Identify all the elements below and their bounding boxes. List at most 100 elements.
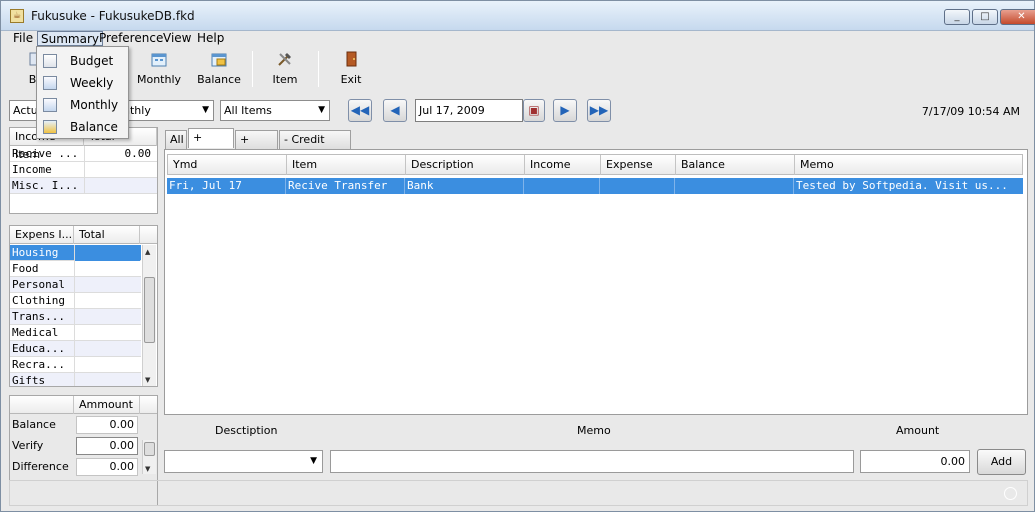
right-arrow-icon: ▶ [560,103,570,117]
table-row[interactable]: Trans... [10,309,141,325]
add-button[interactable]: Add [977,449,1026,475]
ammount-row-verify: Verify 0.00 [10,435,157,456]
balance-toolbar-label: Balance [197,73,241,86]
scroll-up-icon[interactable]: ▲ [145,248,150,256]
monthly-toolbar-button[interactable]: Monthly [134,51,184,93]
menu-summary[interactable]: Summary [37,31,103,46]
expense-total-cell [74,245,140,261]
menu-item-budget[interactable]: Budget [37,50,128,72]
exit-toolbar-button[interactable]: Exit [326,51,376,93]
tab-cash[interactable]: + Cash [188,128,234,162]
close-button[interactable]: ✕ [1000,9,1035,25]
memo-label: Memo [577,424,611,437]
table-row[interactable]: Fri, Jul 17 Recive Transfer Bank Tested … [167,178,1023,194]
title-bar[interactable]: ☕ Fukusuke - FukusukeDB.fkd _ □ ✕ [1,1,1035,31]
balance-toolbar-button[interactable]: Balance [194,51,244,93]
ymd-column-header[interactable]: Ymd [168,155,287,175]
table-row[interactable]: Recra... [10,357,141,373]
table-row[interactable]: Gifts [10,373,141,386]
ammount-scrollbar[interactable]: ▼ [142,440,156,474]
description-column-header[interactable]: Description [406,155,525,175]
balance-cell [675,178,794,194]
expense-scrollbar[interactable]: ▲ ▼ [142,245,156,386]
double-right-icon: ▶▶ [589,103,609,117]
expense-total-cell [74,357,140,373]
minimize-button[interactable]: _ [944,9,970,25]
expense-item-cell: Housing [12,246,59,259]
menu-item-weekly[interactable]: Weekly [37,72,128,94]
scroll-down-icon[interactable]: ▼ [145,376,150,384]
table-row[interactable]: Educa... [10,341,141,357]
scrollbar-thumb[interactable] [144,442,155,456]
chevron-down-icon: ▼ [310,456,317,466]
previous-button[interactable]: ◀ [383,99,407,122]
period-select[interactable]: nthly ▼ [119,100,214,121]
ammount-table-header: Ammount [10,396,157,414]
menu-bar: File Summary Preference View Help [1,31,1034,46]
income-table: Income Item Total Recive ...0.00 Income … [9,127,158,214]
expense-total-cell [74,261,140,277]
scroll-down-icon[interactable]: ▼ [145,465,150,473]
ymd-cell: Fri, Jul 17 [167,178,286,194]
item-column-header[interactable]: Item [287,155,406,175]
item-toolbar-button[interactable]: Item [260,51,310,93]
next-button[interactable]: ▶ [553,99,577,122]
calendar-icon [151,53,167,67]
expense-item-column-header[interactable]: Expens I... [10,226,74,244]
first-button[interactable]: ◀◀ [348,99,372,122]
tab-bank[interactable]: + Bank [235,130,278,164]
item-toolbar-label: Item [272,73,298,86]
memo-input[interactable] [330,450,854,473]
expense-total-cell [74,373,140,386]
items-select[interactable]: All Items ▼ [220,100,330,121]
ammount-row-difference: Difference 0.00 [10,456,157,477]
table-row[interactable]: Housing [10,245,141,261]
scrollbar-thumb[interactable] [144,277,155,343]
expense-column-header[interactable]: Expense [601,155,676,175]
income-total-cell [84,178,154,194]
ammount-column-header[interactable]: Ammount [74,396,140,414]
balance-value: 0.00 [76,416,138,434]
income-column-header[interactable]: Income [525,155,601,175]
description-select[interactable]: ▼ [164,450,323,473]
menu-item-balance[interactable]: Balance [37,116,128,138]
menu-item-monthly[interactable]: Monthly [37,94,128,116]
ammount-row-balance: Balance 0.00 [10,414,157,435]
table-row[interactable]: Medical [10,325,141,341]
table-row[interactable]: Clothing [10,293,141,309]
budget-icon [43,54,57,68]
description-cell: Bank [405,178,524,194]
difference-value: 0.00 [76,458,138,476]
expense-rows: Housing Food Personal Clothing Trans... … [10,245,141,386]
menu-file[interactable]: File [10,31,36,46]
ammount-blank-header [10,396,74,414]
ledger-header: Ymd Item Description Income Expense Bala… [167,154,1023,175]
verify-input[interactable]: 0.00 [76,437,138,455]
chevron-down-icon: ▼ [202,105,209,115]
balance-column-header[interactable]: Balance [676,155,795,175]
table-row[interactable]: Recive ... 0.00 [10,146,157,162]
tab-credit-card[interactable]: - Credit Card [279,130,351,164]
memo-column-header[interactable]: Memo [795,155,1023,175]
balance-icon [43,120,57,134]
calendar-icon [43,76,57,90]
menu-help[interactable]: Help [194,31,227,46]
tab-all[interactable]: All [165,130,187,149]
table-row[interactable]: Personal [10,277,141,293]
expense-total-column-header[interactable]: Total [74,226,140,244]
calendar-picker-button[interactable]: ▣ [523,99,545,122]
menu-view[interactable]: View [160,31,194,46]
last-button[interactable]: ▶▶ [587,99,611,122]
menu-preference[interactable]: Preference [96,31,166,46]
table-row[interactable]: Food [10,261,141,277]
table-row[interactable]: Misc. I... [10,178,157,194]
app-window: ☕ Fukusuke - FukusukeDB.fkd _ □ ✕ File S… [0,0,1035,512]
clock-display: 7/17/09 10:54 AM [921,105,1020,118]
maximize-button[interactable]: □ [972,9,998,25]
table-row[interactable]: Income [10,162,157,178]
left-arrow-icon: ◀ [390,103,400,117]
date-field[interactable]: Jul 17, 2009 [415,99,523,122]
expense-total-cell [74,341,140,357]
amount-input[interactable]: 0.00 [860,450,970,473]
income-item-cell: Income [12,163,52,176]
